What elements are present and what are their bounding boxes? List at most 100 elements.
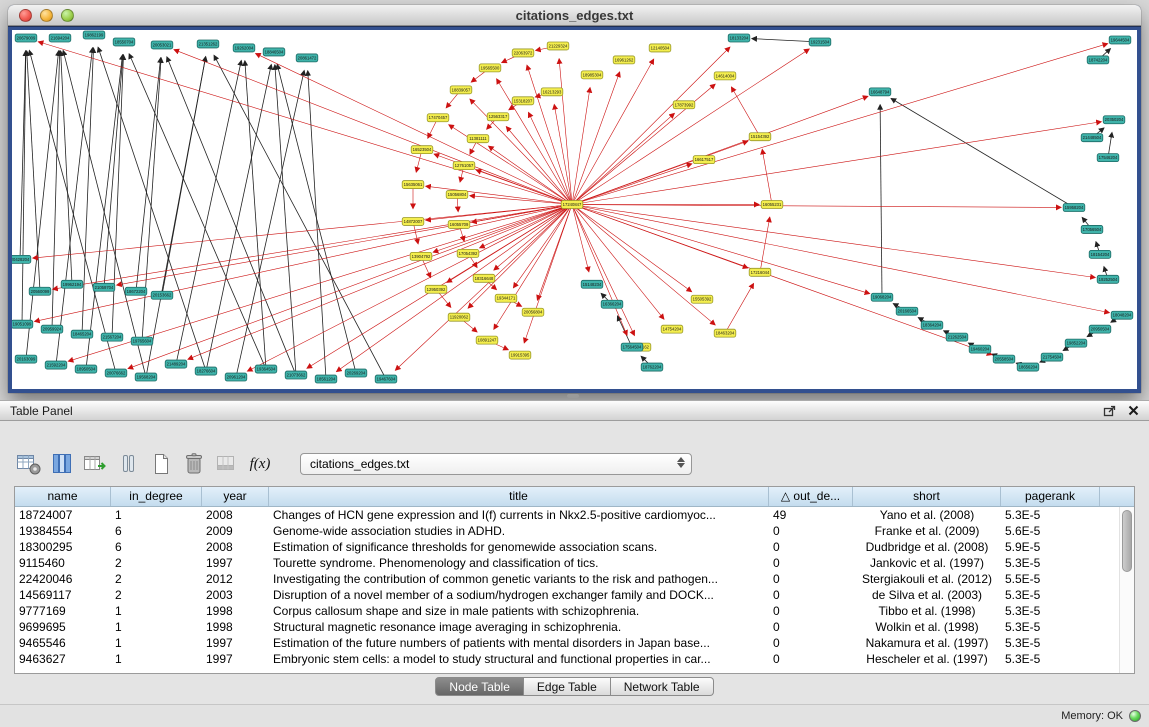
graph-node[interactable]: 18672204 xyxy=(125,287,147,295)
graph-node[interactable]: 16213293 xyxy=(541,88,563,96)
cell-name[interactable]: 9699695 xyxy=(15,619,111,635)
show-columns-icon[interactable] xyxy=(47,451,77,477)
zoom-window-icon[interactable] xyxy=(61,9,74,22)
table-scrollbar[interactable] xyxy=(1119,507,1134,673)
graph-node[interactable]: 22063972 xyxy=(512,49,534,57)
graph-node[interactable]: 19068204 xyxy=(871,293,893,301)
cell-pagerank[interactable]: 5.3E-5 xyxy=(1001,619,1100,635)
cell-year[interactable]: 1997 xyxy=(202,651,269,667)
table-row[interactable]: 1830029562008Estimation of significance … xyxy=(15,539,1134,555)
graph-node[interactable]: 21592204 xyxy=(45,361,67,369)
cell-in_degree[interactable]: 1 xyxy=(111,507,202,523)
cell-year[interactable]: 1997 xyxy=(202,635,269,651)
graph-node[interactable]: 19862199 xyxy=(83,31,105,39)
cell-year[interactable]: 2009 xyxy=(202,523,269,539)
cell-title[interactable]: Changes of HCN gene expression and I(f) … xyxy=(269,507,769,523)
graph-node[interactable]: 18561204 xyxy=(315,375,337,383)
cell-year[interactable]: 1998 xyxy=(202,603,269,619)
graph-node[interactable]: 18154204 xyxy=(1089,250,1111,258)
graph-node[interactable]: 21754504 xyxy=(1041,353,1063,361)
graph-node[interactable]: 16055709 xyxy=(448,220,470,228)
cell-name[interactable]: 14569117 xyxy=(15,587,111,603)
graph-node[interactable]: 21073662 xyxy=(285,371,307,379)
cell-in_degree[interactable]: 2 xyxy=(111,587,202,603)
cell-pagerank[interactable]: 5.5E-5 xyxy=(1001,571,1100,587)
graph-node[interactable]: 17054392 xyxy=(457,249,479,257)
close-window-icon[interactable] xyxy=(19,9,32,22)
graph-node[interactable]: 17564504 xyxy=(621,343,643,351)
cell-name[interactable]: 9777169 xyxy=(15,603,111,619)
graph-node[interactable]: 16366204 xyxy=(601,300,623,308)
graph-node[interactable]: 19231504 xyxy=(809,38,831,46)
graph-node[interactable]: 20959924 xyxy=(41,325,63,333)
graph-node[interactable]: 16523504 xyxy=(411,146,433,154)
table-row[interactable]: 946554611997Estimation of the future num… xyxy=(15,635,1134,651)
graph-node[interactable]: 20076662 xyxy=(105,369,127,377)
column-header-short[interactable]: short xyxy=(853,487,1001,506)
table-row[interactable]: 911546021997Tourette syndrome. Phenomeno… xyxy=(15,555,1134,571)
graph-node[interactable]: 15318207 xyxy=(512,97,534,105)
cell-short[interactable]: Nakamura et al. (1997) xyxy=(853,635,1001,651)
table-row[interactable]: 2242004622012Investigating the contribut… xyxy=(15,571,1134,587)
table-selector-dropdown[interactable]: citations_edges.txt xyxy=(300,453,692,475)
cell-short[interactable]: Stergiakouli et al. (2012) xyxy=(853,571,1001,587)
cell-short[interactable]: Hescheler et al. (1997) xyxy=(853,651,1001,667)
graph-node[interactable]: 19460204 xyxy=(969,345,991,353)
column-header-pagerank[interactable]: pagerank xyxy=(1001,487,1100,506)
window-titlebar[interactable]: citations_edges.txt xyxy=(8,5,1141,26)
panel-splitter-handle[interactable] xyxy=(567,394,579,398)
graph-node[interactable]: 18742204 xyxy=(1087,56,1109,64)
cell-pagerank[interactable]: 5.3E-5 xyxy=(1001,587,1100,603)
cell-pagerank[interactable]: 5.3E-5 xyxy=(1001,651,1100,667)
graph-node[interactable]: 12761057 xyxy=(453,162,475,170)
graph-node[interactable]: 20679009 xyxy=(15,34,37,42)
graph-node[interactable]: 19644504 xyxy=(1109,36,1131,44)
cell-out_degree[interactable]: 0 xyxy=(769,523,853,539)
graph-node[interactable]: 15635061 xyxy=(402,181,424,189)
graph-node[interactable]: 18550704 xyxy=(113,38,135,46)
graph-node[interactable]: 20053021 xyxy=(151,41,173,49)
cell-pagerank[interactable]: 5.3E-5 xyxy=(1001,555,1100,571)
cell-title[interactable]: Estimation of the future numbers of pati… xyxy=(269,635,769,651)
tab-node-table[interactable]: Node Table xyxy=(435,677,524,696)
graph-node[interactable]: 19765604 xyxy=(131,337,153,345)
graph-node[interactable]: 15056804 xyxy=(446,191,468,199)
graph-node[interactable]: 20861472 xyxy=(296,54,318,62)
graph-node[interactable]: 18762204 xyxy=(641,363,663,371)
graph-node[interactable]: 18364204 xyxy=(921,321,943,329)
graph-node[interactable]: 21567204 xyxy=(101,333,123,341)
cell-in_degree[interactable]: 1 xyxy=(111,619,202,635)
graph-node[interactable]: 16055231 xyxy=(761,201,783,209)
row-tools-icon[interactable] xyxy=(113,451,143,477)
cell-title[interactable]: Genome-wide association studies in ADHD. xyxy=(269,523,769,539)
graph-node[interactable]: 18656204 xyxy=(1017,363,1039,371)
graph-node[interactable]: 21229324 xyxy=(547,42,569,50)
cell-name[interactable]: 9465546 xyxy=(15,635,111,651)
column-header-out_degree[interactable]: △ out_de... xyxy=(769,487,853,506)
cell-out_degree[interactable]: 0 xyxy=(769,651,853,667)
cell-pagerank[interactable]: 5.3E-5 xyxy=(1001,603,1100,619)
cell-in_degree[interactable]: 1 xyxy=(111,635,202,651)
cell-in_degree[interactable]: 1 xyxy=(111,651,202,667)
network-canvas[interactable]: 1724084716213293153182071256331711381111… xyxy=(12,30,1137,389)
graph-node[interactable]: 19262004 xyxy=(233,44,255,52)
cell-pagerank[interactable]: 5.3E-5 xyxy=(1001,635,1100,651)
graph-node[interactable]: 18465204 xyxy=(71,330,93,338)
graph-node[interactable]: 18846504 xyxy=(263,48,285,56)
graph-node[interactable]: 21489204 xyxy=(165,360,187,368)
edit-table-icon[interactable] xyxy=(80,451,110,477)
graph-node[interactable]: 21351262 xyxy=(197,40,219,48)
cell-title[interactable]: Investigating the contribution of common… xyxy=(269,571,769,587)
cell-in_degree[interactable]: 6 xyxy=(111,523,202,539)
tab-network-table[interactable]: Network Table xyxy=(611,677,714,696)
cell-name[interactable]: 9463627 xyxy=(15,651,111,667)
graph-node[interactable]: 17873992 xyxy=(673,101,695,109)
minimize-window-icon[interactable] xyxy=(40,9,53,22)
cell-out_degree[interactable]: 49 xyxy=(769,507,853,523)
graph-node[interactable]: 16617517 xyxy=(693,156,715,164)
cell-out_degree[interactable]: 0 xyxy=(769,635,853,651)
graph-node[interactable]: 19051099 xyxy=(12,320,33,328)
graph-node[interactable]: 15154392 xyxy=(749,133,771,141)
close-panel-icon[interactable] xyxy=(1128,405,1139,416)
cell-out_degree[interactable]: 0 xyxy=(769,603,853,619)
